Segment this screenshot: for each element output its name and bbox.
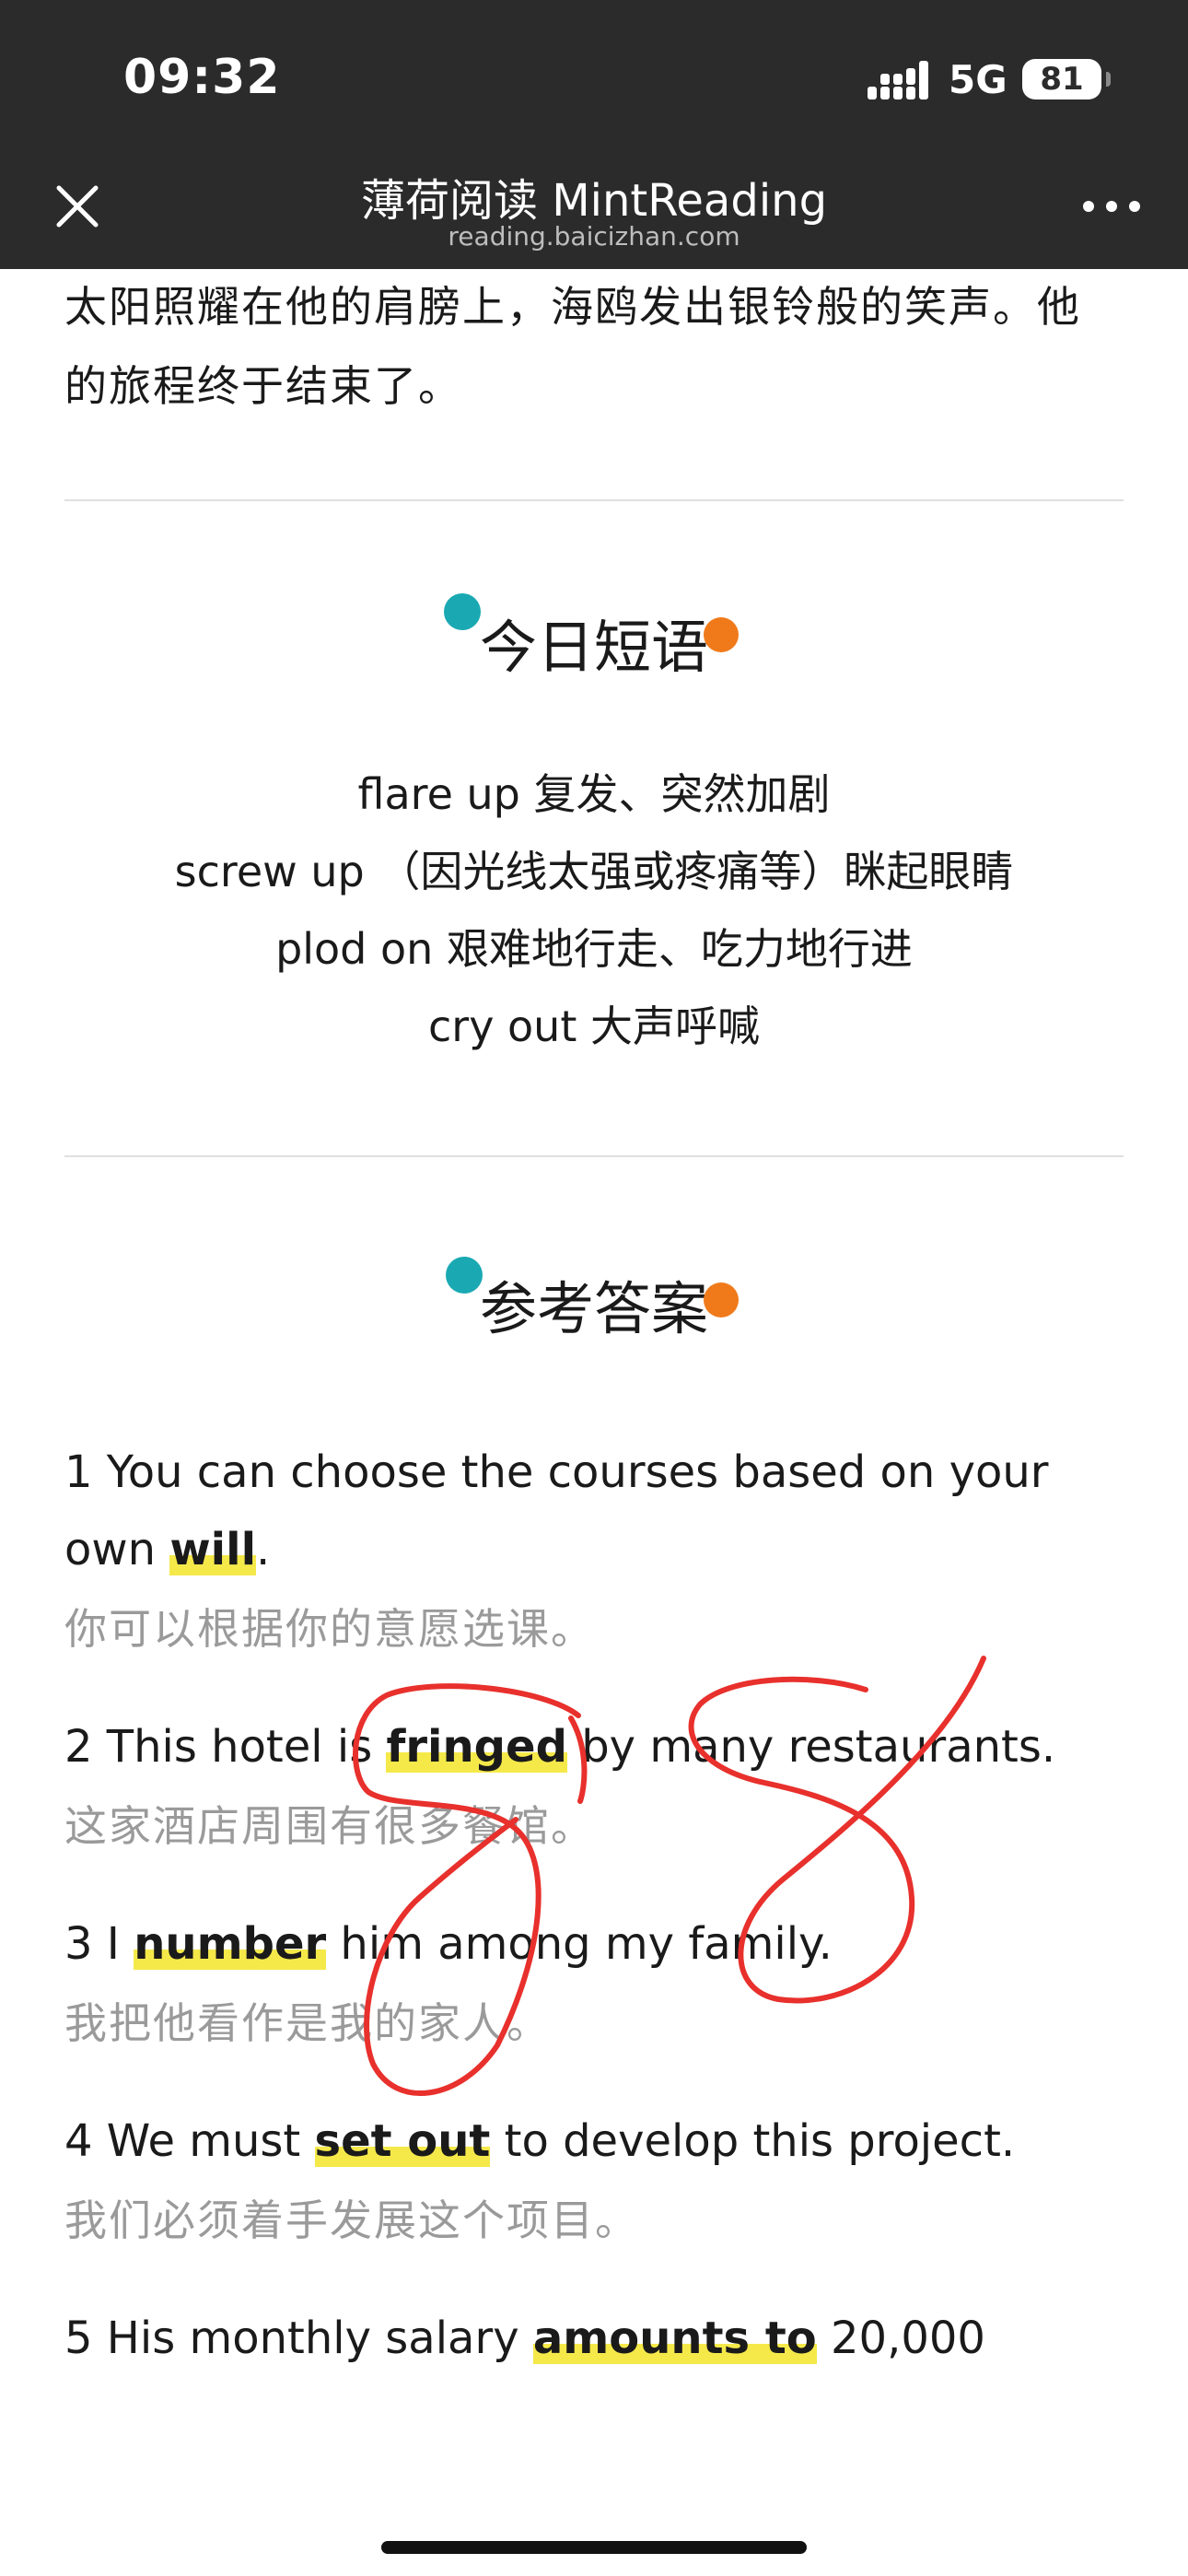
phrase-item: plod on 艰难地行走、吃力地行进 (275, 924, 913, 974)
article-content: 太阳照耀在他的肩膀上，海鸥发出银铃般的笑声。他的旅程终于结束了。 今日短语 fl… (64, 269, 1124, 2377)
answers-title: 参考答案 (64, 1257, 1124, 1354)
answer-translation: 你可以根据你的意愿选课。 (64, 1604, 595, 1654)
answer-item: 4 We must set out to develop this projec… (64, 2102, 1124, 2250)
network-type: 5G (949, 57, 1007, 102)
phrase-list: flare up 复发、突然加剧 screw up （因光线太强或疼痛等）眯起眼… (64, 755, 1124, 1065)
answer-text: him among my family. (326, 1918, 833, 1970)
answer-text: 2 This hotel is (64, 1721, 387, 1773)
phrase-item: screw up （因光线太强或疼痛等）眯起眼睛 (174, 847, 1014, 896)
phrase-item: cry out 大声呼喊 (427, 1001, 760, 1051)
phone-screen: 09:32 5G 81 薄荷阅读 MintReading reading.bai… (0, 0, 1188, 2576)
phrases-title: 今日短语 (64, 593, 1124, 693)
orange-dot-icon (704, 617, 739, 652)
answer-text: 20,000 (816, 2313, 985, 2364)
answer-keyword: will (169, 1524, 257, 1575)
teal-dot-icon (446, 1257, 483, 1294)
signal-icon (868, 61, 928, 100)
answers-title-text: 参考答案 (479, 1275, 708, 1342)
answer-text: 5 His monthly salary (64, 2313, 533, 2364)
divider (64, 1155, 1124, 1157)
answer-sentence: 3 I number him among my family. (64, 1905, 1124, 1983)
answer-text: . (256, 1524, 271, 1575)
answer-keyword: amounts to (532, 2313, 817, 2364)
home-indicator[interactable] (381, 2541, 807, 2554)
orange-dot-icon (704, 1282, 739, 1317)
story-paragraph: 太阳照耀在他的肩膀上，海鸥发出银铃般的笑声。他的旅程终于结束了。 (64, 282, 1081, 411)
answer-translation: 我们必须着手发展这个项目。 (64, 2195, 639, 2245)
more-dots-icon[interactable] (1079, 188, 1144, 225)
answer-sentence: 5 His monthly salary amounts to 20,000 (64, 2300, 1124, 2377)
nav-subtitle: reading.baicizhan.com (448, 221, 740, 252)
answer-keyword: number (134, 1918, 327, 1970)
status-time: 09:32 (123, 50, 281, 105)
answer-sentence: 2 This hotel is fringed by many restaura… (64, 1708, 1124, 1786)
top-bar: 09:32 5G 81 薄荷阅读 MintReading reading.bai… (0, 0, 1188, 269)
answer-text: to develop this project. (490, 2115, 1016, 2167)
teal-dot-icon (444, 593, 481, 630)
answer-item: 3 I number him among my family. 我把他看作是我的… (64, 1905, 1124, 2053)
phrases-title-text: 今日短语 (479, 614, 708, 681)
answer-text: 4 We must (64, 2115, 315, 2167)
phrase-item: flare up 复发、突然加剧 (357, 769, 831, 819)
answer-item: 1 You can choose the courses based on yo… (64, 1434, 1124, 1658)
answer-text: 3 I (64, 1918, 134, 1970)
answer-translation: 我把他看作是我的家人。 (64, 1998, 551, 2048)
answer-sentence: 1 You can choose the courses based on yo… (64, 1434, 1124, 1588)
answer-item: 2 This hotel is fringed by many restaura… (64, 1708, 1124, 1856)
answer-item: 5 His monthly salary amounts to 20,000 (64, 2300, 1124, 2377)
battery-icon: 81 (1022, 59, 1111, 100)
answer-sentence: 4 We must set out to develop this projec… (64, 2102, 1124, 2180)
divider (64, 499, 1124, 501)
answer-keyword: set out (314, 2115, 491, 2167)
answer-keyword: fringed (386, 1721, 567, 1773)
answer-text: by many restaurants. (566, 1721, 1056, 1773)
nav-title: 薄荷阅读 MintReading (360, 175, 828, 227)
answer-translation: 这家酒店周围有很多餐馆。 (64, 1801, 595, 1851)
